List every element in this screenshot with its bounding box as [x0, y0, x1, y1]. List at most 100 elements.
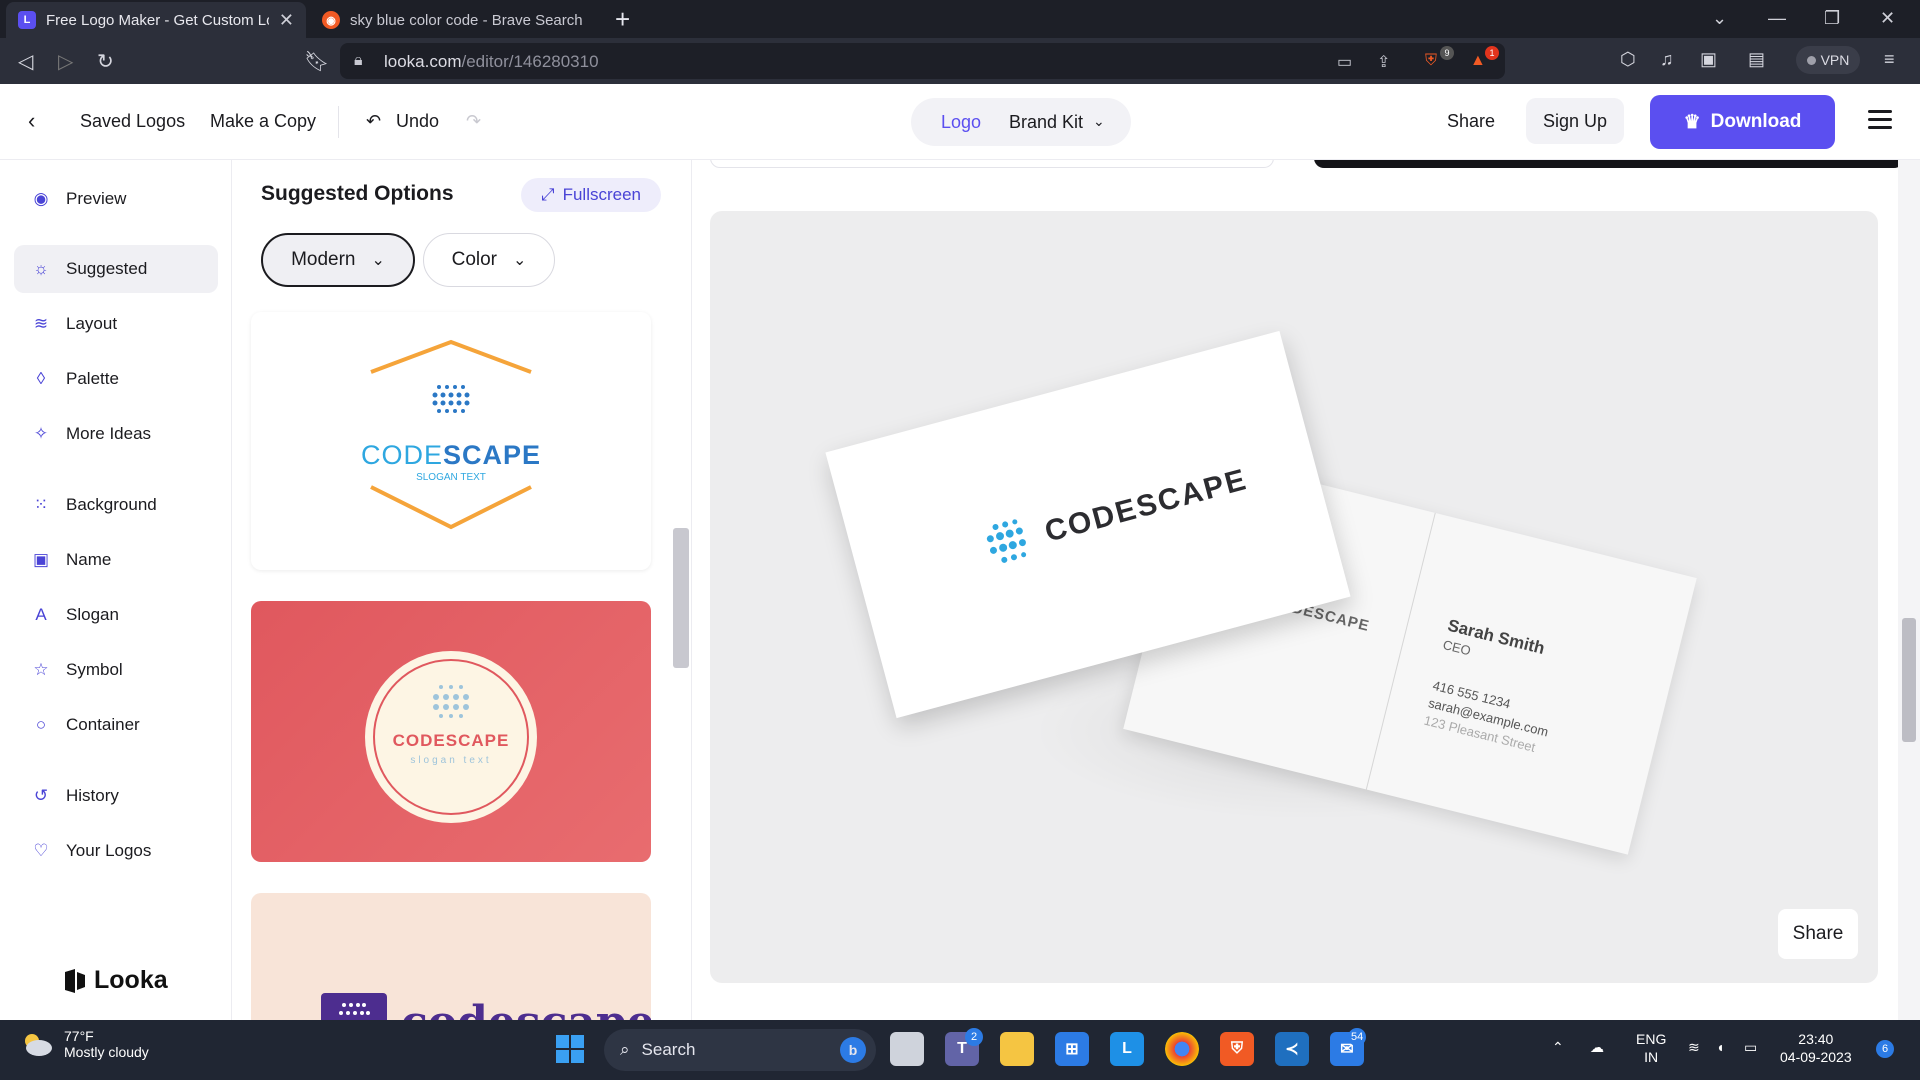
weather-widget[interactable]: 77°F Mostly cloudy [20, 1028, 149, 1060]
mockup-share-button[interactable]: Share [1778, 909, 1858, 959]
lightbulb-icon: ☼ [33, 259, 49, 278]
sidebar-item-palette[interactable]: ◊ Palette [14, 355, 218, 403]
sidebar-item-background[interactable]: ⁙ Background [14, 481, 218, 529]
shield-count: 9 [1440, 46, 1454, 60]
onedrive-icon[interactable]: ☁ [1590, 1038, 1604, 1056]
suggested-options-panel: Suggested Options ⤢ Fullscreen Modern ⌄ … [232, 160, 692, 1020]
redo-icon[interactable]: ↷ [466, 111, 481, 132]
logo-option-card[interactable]: CODESCAPE slogan text [251, 601, 651, 862]
sidebar-item-container[interactable]: ○ Container [14, 701, 218, 749]
sidebar-item-preview[interactable]: ◉ Preview [14, 175, 218, 223]
extensions-icon[interactable]: ⬡ [1620, 49, 1636, 70]
undo-icon[interactable]: ↶ [366, 111, 381, 132]
sidebar-item-symbol[interactable]: ☆ Symbol [14, 646, 218, 694]
wallet-icon[interactable]: ▤ [1748, 49, 1765, 70]
back-arrow-icon[interactable]: ‹ [28, 108, 35, 134]
forward-icon[interactable]: ▷ [58, 49, 73, 74]
sidebar-icon[interactable]: ▣ [1700, 49, 1717, 70]
symbol-box [321, 993, 387, 1020]
restore-icon[interactable]: ❐ [1824, 8, 1840, 29]
crown-icon: ♛ [1683, 111, 1701, 133]
l-app-icon[interactable]: L [1110, 1032, 1144, 1066]
vscode-icon[interactable]: ≺ [1275, 1032, 1309, 1066]
tray-chevron-icon[interactable]: ⌃ [1552, 1038, 1564, 1056]
share-button[interactable]: Share [1447, 111, 1495, 132]
store-icon[interactable]: ⊞ [1055, 1032, 1089, 1066]
previous-mockup-edge [710, 160, 1274, 168]
lang-region: IN [1644, 1049, 1659, 1065]
brave-icon[interactable]: ⛨ [1220, 1032, 1254, 1066]
fullscreen-button[interactable]: ⤢ Fullscreen [521, 178, 661, 212]
new-tab-icon[interactable]: + [615, 4, 630, 35]
sidebar-item-slogan[interactable]: A Slogan [14, 591, 218, 639]
hamburger-menu-icon[interactable] [1868, 110, 1892, 134]
bookmark-icon[interactable]: 🔖︎ [304, 49, 329, 74]
heart-icon: ♡ [33, 841, 49, 860]
brave-rewards-icon[interactable]: ▲ [1470, 52, 1486, 70]
minimize-icon[interactable]: — [1768, 8, 1786, 29]
logo-option-card[interactable]: CODESCAPE SLOGAN TEXT [251, 312, 651, 570]
logo-option-card[interactable]: codescape [251, 893, 651, 1020]
card-fold-line [1365, 512, 1436, 790]
tab-brave-search[interactable]: ◉ sky blue color code - Brave Search [310, 2, 602, 38]
page-scroll-thumb[interactable] [1902, 618, 1916, 742]
tab-looka[interactable]: L Free Logo Maker - Get Custom Lo ✕ [6, 2, 306, 38]
dots-symbol-icon [339, 1003, 370, 1015]
media-icon[interactable]: ♫ [1660, 49, 1674, 70]
undo-button[interactable]: Undo [396, 111, 439, 132]
volume-icon[interactable]: ◖ [1716, 1038, 1724, 1056]
sign-up-button[interactable]: Sign Up [1526, 98, 1624, 144]
chrome-icon[interactable] [1165, 1032, 1199, 1066]
circle-container: CODESCAPE slogan text [365, 651, 537, 823]
magic-wand-icon: ✧ [33, 424, 49, 443]
battery-icon[interactable]: ▭ [1744, 1038, 1757, 1056]
vpn-status-icon [1806, 55, 1816, 65]
reload-icon[interactable]: ↻ [97, 49, 114, 74]
wifi-icon[interactable]: ≋ [1688, 1038, 1700, 1056]
business-card-mockup: CODESCAPE Sarah Smith CEO 416 555 1234 s… [710, 211, 1878, 983]
address-bar[interactable]: 🔒︎ looka.com/editor/146280310 ▭ ⇪ ⛨ 9 ▲ … [340, 43, 1505, 79]
tab-logo[interactable]: Logo [941, 112, 981, 133]
make-copy-button[interactable]: Make a Copy [210, 111, 316, 132]
sidebar-item-more-ideas[interactable]: ✧ More Ideas [14, 410, 218, 458]
expand-icon: ⤢ [540, 185, 555, 204]
taskbar-search[interactable]: ⌕ Search b [604, 1029, 876, 1071]
logo-brandkit-switch: Logo Brand Kit ⌄ [911, 98, 1131, 146]
layers-icon: ≋ [33, 314, 49, 333]
sidebar-item-history[interactable]: ↺ History [14, 772, 218, 820]
sidebar-item-your-logos[interactable]: ♡ Your Logos [14, 827, 218, 875]
back-icon[interactable]: ◁ [18, 49, 33, 74]
search-label: Search [641, 1040, 696, 1059]
sidebar-item-suggested[interactable]: ☼ Suggested [14, 245, 218, 293]
style-dropdown[interactable]: Modern ⌄ [261, 233, 415, 287]
windows-taskbar: 77°F Mostly cloudy ⌕ Search b T 2 ⊞ L ⛨ … [0, 1020, 1920, 1080]
close-window-icon[interactable]: ✕ [1880, 8, 1895, 29]
download-button[interactable]: ♛ Download [1650, 95, 1835, 149]
cast-icon[interactable]: ▭ [1337, 52, 1352, 72]
dots-symbol-icon [433, 685, 469, 718]
card-logo-text: codescape [401, 997, 651, 1020]
brave-shield-icon[interactable]: ⛨ [1425, 52, 1437, 70]
page-scrollbar[interactable] [1898, 160, 1920, 1020]
file-explorer-icon[interactable] [1000, 1032, 1034, 1066]
search-icon: ⌕ [620, 1040, 630, 1059]
notification-count[interactable]: 6 [1876, 1040, 1894, 1058]
browser-menu-icon[interactable]: ≡ [1884, 49, 1895, 70]
sidebar-item-layout[interactable]: ≋ Layout [14, 300, 218, 348]
clock-time: 23:40 [1798, 1031, 1834, 1047]
vpn-button[interactable]: VPN [1796, 46, 1860, 74]
sidebar-item-name[interactable]: ▣ Name [14, 536, 218, 584]
share-page-icon[interactable]: ⇪ [1377, 52, 1390, 72]
saved-logos-button[interactable]: Saved Logos [80, 111, 185, 132]
clock[interactable]: 23:40 04-09-2023 [1780, 1030, 1852, 1066]
task-view-icon[interactable] [890, 1032, 924, 1066]
panel-scroll-thumb[interactable] [673, 528, 689, 668]
language-indicator[interactable]: ENG IN [1636, 1030, 1666, 1066]
windows-start-icon[interactable] [553, 1032, 587, 1066]
tab-brand-kit[interactable]: Brand Kit [1009, 112, 1083, 133]
close-tab-icon[interactable]: ✕ [279, 10, 294, 31]
color-dropdown[interactable]: Color ⌄ [423, 233, 555, 287]
tab-list-chevron-icon[interactable]: ⌄ [1712, 8, 1727, 29]
card-slogan: slogan text [410, 755, 492, 766]
looka-brand[interactable]: Looka [62, 966, 168, 995]
